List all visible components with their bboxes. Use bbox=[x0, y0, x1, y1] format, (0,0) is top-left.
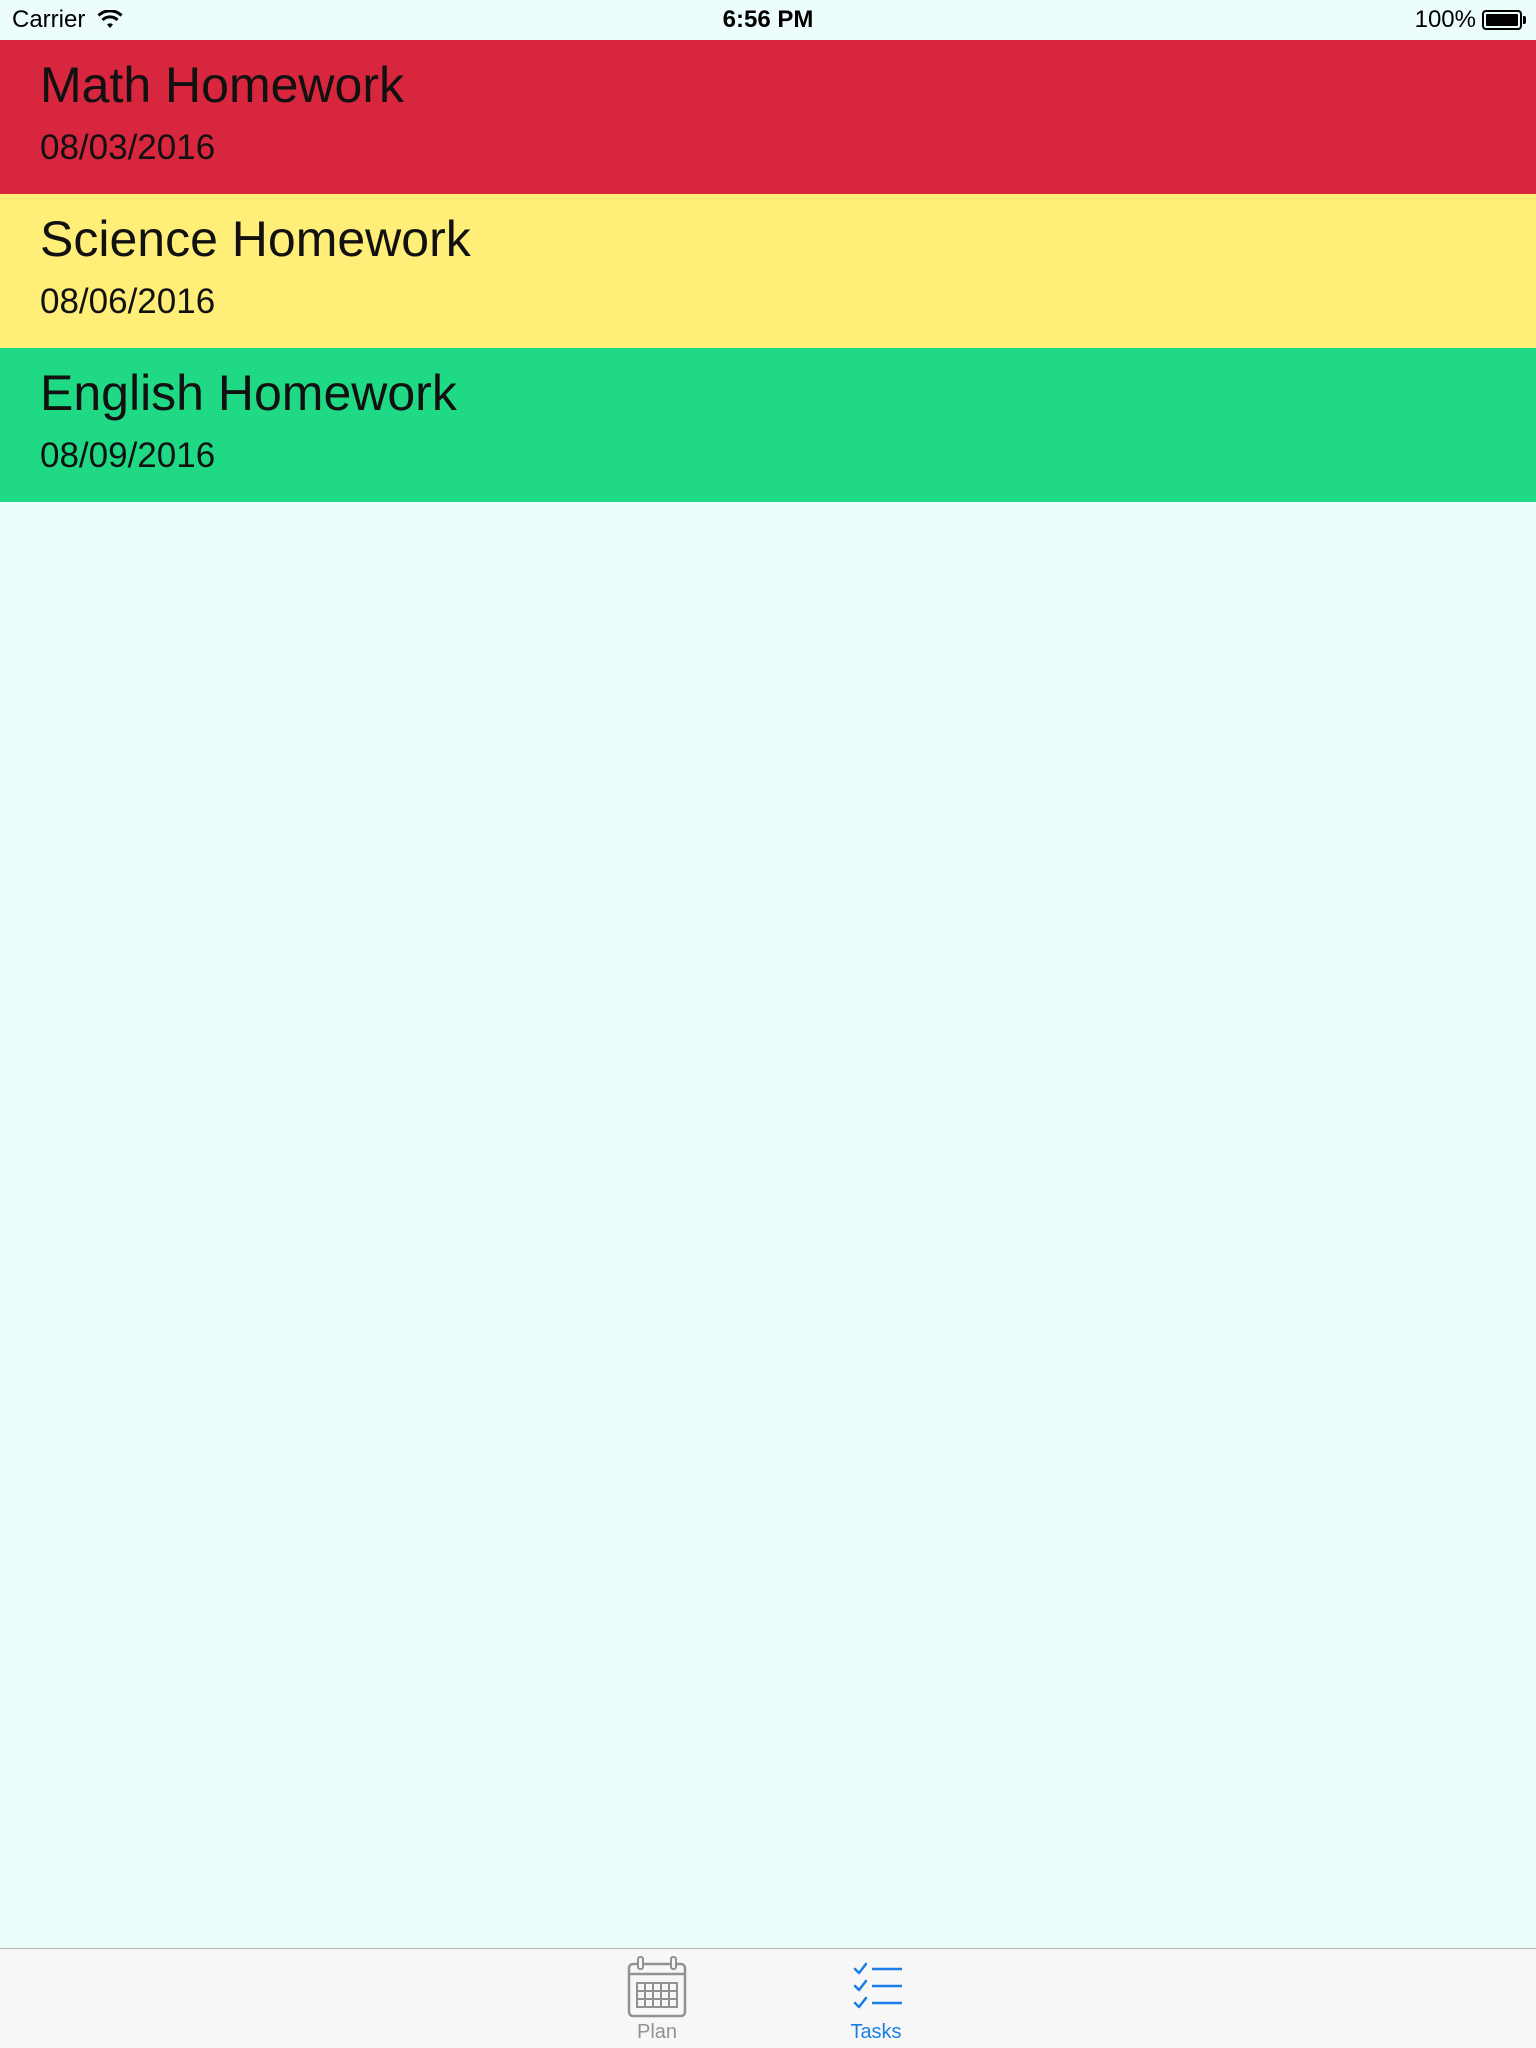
battery-percentage: 100% bbox=[1414, 6, 1476, 33]
task-date: 08/09/2016 bbox=[40, 436, 216, 475]
task-title: English Homework bbox=[40, 365, 457, 421]
task-row-math[interactable]: Math Homework 08/03/2016 bbox=[0, 40, 1536, 194]
status-bar: Carrier 6:56 PM 100% bbox=[0, 0, 1536, 40]
task-row-english[interactable]: English Homework 08/09/2016 bbox=[0, 348, 1536, 502]
tab-label: Tasks bbox=[850, 2021, 902, 2043]
task-list: Math Homework 08/03/2016 Science Homewor… bbox=[0, 40, 1536, 502]
battery-icon bbox=[1482, 10, 1526, 30]
task-row-science[interactable]: Science Homework 08/06/2016 bbox=[0, 194, 1536, 348]
task-date: 08/03/2016 bbox=[40, 128, 216, 167]
tab-label: Plan bbox=[636, 2021, 678, 2043]
tab-bar: Plan Tasks bbox=[0, 1948, 1536, 2048]
tab-tasks[interactable]: Tasks bbox=[816, 1949, 936, 2048]
status-right: 100% bbox=[1415, 0, 1526, 40]
calendar-icon bbox=[627, 1956, 687, 2018]
checklist-icon bbox=[853, 1962, 902, 2009]
status-time: 6:56 PM bbox=[722, 6, 814, 33]
tab-plan[interactable]: Plan bbox=[597, 1949, 717, 2048]
task-title: Science Homework bbox=[40, 211, 471, 267]
task-date: 08/06/2016 bbox=[40, 282, 216, 321]
task-title: Math Homework bbox=[40, 57, 404, 113]
battery-fill bbox=[1486, 14, 1518, 26]
app-screen: Carrier 6:56 PM 100% Math Homework 08/03… bbox=[0, 0, 1536, 2048]
